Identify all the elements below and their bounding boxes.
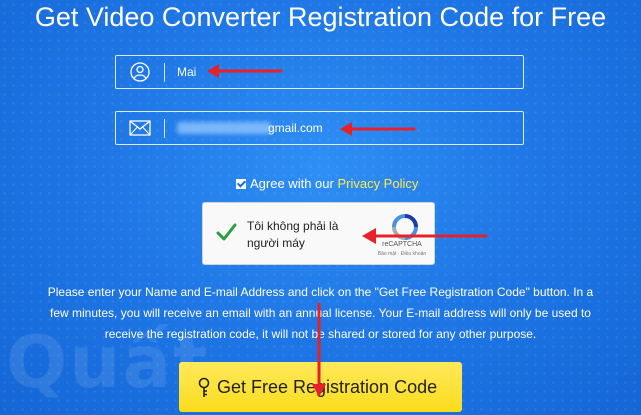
user-icon (116, 56, 164, 88)
agree-checkbox[interactable] (236, 179, 246, 189)
privacy-policy-link[interactable]: Privacy Policy (337, 176, 418, 191)
recaptcha-label: Tôi không phải là người máy (247, 219, 339, 250)
redacted-email-blur (177, 122, 271, 134)
arrow-icon (340, 122, 416, 136)
field-divider (164, 63, 165, 82)
check-icon[interactable] (215, 221, 237, 243)
recaptcha-terms[interactable]: Bảo mật · Điều khoản (369, 251, 435, 257)
agree-text: Agree with our (250, 176, 334, 191)
field-divider (164, 119, 165, 138)
email-field[interactable]: gmail.com (115, 111, 524, 145)
agree-checkbox-row[interactable]: Agree with our Privacy Policy (236, 176, 418, 192)
arrow-icon (312, 302, 326, 397)
name-field[interactable]: Mai (115, 55, 524, 89)
arrow-icon (207, 64, 283, 78)
email-input-value[interactable]: gmail.com (268, 112, 323, 144)
arrow-icon (362, 228, 488, 244)
name-input-value[interactable]: Mai (177, 56, 196, 88)
page-title: Get Video Converter Registration Code fo… (34, 2, 607, 32)
mail-icon (116, 112, 164, 144)
key-icon (197, 377, 211, 404)
